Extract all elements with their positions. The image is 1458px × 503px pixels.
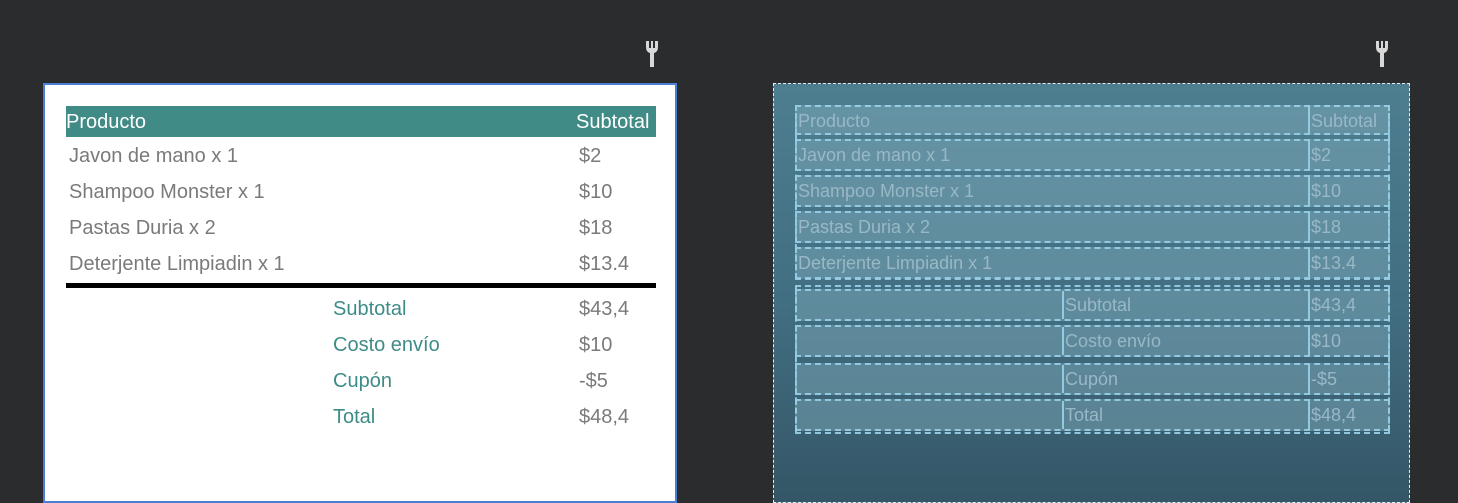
summary-row: Subtotal $43,4 [66, 292, 656, 326]
blueprint-wrench-icon[interactable] [1374, 40, 1390, 68]
summary-value: $48,4 [579, 406, 630, 428]
blueprint-item-name: Shampoo Monster x 1 [798, 181, 975, 201]
summary-row: Costo envío $10 [66, 328, 656, 362]
summary-value: -$5 [579, 370, 608, 392]
blueprint-item-name: Deterjente Limpiadin x 1 [798, 253, 993, 273]
item-name: Javon de mano x 1 [69, 145, 238, 167]
blueprint-summary-label: Subtotal [1062, 291, 1308, 319]
item-price: $10 [579, 181, 613, 203]
table-divider [66, 283, 656, 288]
blueprint-summary-value: $43,4 [1308, 291, 1388, 319]
blueprint-summary-row[interactable]: Subtotal $43,4 [795, 289, 1390, 321]
blueprint-summary-value: $48,4 [1308, 401, 1388, 429]
blueprint-summary-spacer [797, 401, 1062, 429]
item-name: Pastas Duria x 2 [69, 217, 216, 239]
blueprint-header-subtotal: Subtotal [1308, 107, 1388, 133]
design-wrench-icon[interactable] [644, 40, 660, 68]
blueprint-summary-label: Total [1062, 401, 1308, 429]
blueprint-preview-panel[interactable]: Producto Subtotal Javon de mano x 1 $2 S… [773, 83, 1410, 503]
summary-label: Cupón [333, 370, 392, 392]
table-row: Deterjente Limpiadin x 1 $13.4 [66, 247, 656, 281]
item-name: Deterjente Limpiadin x 1 [69, 253, 285, 275]
table-header: Producto Subtotal [66, 106, 656, 137]
blueprint-summary-spacer [797, 365, 1062, 393]
blueprint-item-price: $18 [1308, 213, 1388, 241]
blueprint-summary-row[interactable]: Costo envío $10 [795, 325, 1390, 357]
item-price: $13.4 [579, 253, 630, 275]
design-preview-panel[interactable]: Producto Subtotal Javon de mano x 1 $2 S… [43, 83, 677, 503]
blueprint-header-row[interactable]: Producto Subtotal [795, 105, 1390, 135]
summary-value: $43,4 [579, 298, 630, 320]
item-name: Shampoo Monster x 1 [69, 181, 265, 203]
blueprint-header-product: Producto [798, 111, 871, 131]
summary-label: Total [333, 406, 376, 428]
summary-label: Costo envío [333, 334, 440, 356]
table-row: Javon de mano x 1 $2 [66, 139, 656, 173]
blueprint-summary-row[interactable]: Total $48,4 [795, 399, 1390, 431]
blueprint-summary-spacer [797, 327, 1062, 355]
blueprint-item-row[interactable]: Pastas Duria x 2 $18 [795, 211, 1390, 243]
summary-label: Subtotal [333, 298, 407, 320]
blueprint-summary-label: Cupón [1062, 365, 1308, 393]
summary-row: Total $48,4 [66, 400, 656, 434]
blueprint-item-price: $2 [1308, 141, 1388, 169]
blueprint-item-row[interactable]: Javon de mano x 1 $2 [795, 139, 1390, 171]
blueprint-summary-row[interactable]: Cupón -$5 [795, 363, 1390, 395]
blueprint-summary-value: $10 [1308, 327, 1388, 355]
blueprint-item-price: $10 [1308, 177, 1388, 205]
summary-value: $10 [579, 334, 613, 356]
summary-row: Cupón -$5 [66, 364, 656, 398]
blueprint-item-row[interactable]: Deterjente Limpiadin x 1 $13.4 [795, 247, 1390, 279]
blueprint-summary-spacer [797, 291, 1062, 319]
blueprint-item-name: Pastas Duria x 2 [798, 217, 931, 237]
header-product: Producto [66, 111, 147, 133]
blueprint-item-row[interactable]: Shampoo Monster x 1 $10 [795, 175, 1390, 207]
item-price: $2 [579, 145, 602, 167]
blueprint-summary-value: -$5 [1308, 365, 1388, 393]
item-price: $18 [579, 217, 613, 239]
blueprint-summary-label: Costo envío [1062, 327, 1308, 355]
table-row: Shampoo Monster x 1 $10 [66, 175, 656, 209]
blueprint-item-name: Javon de mano x 1 [798, 145, 951, 165]
header-subtotal: Subtotal [576, 111, 650, 133]
blueprint-item-price: $13.4 [1308, 249, 1388, 277]
table-row: Pastas Duria x 2 $18 [66, 211, 656, 245]
